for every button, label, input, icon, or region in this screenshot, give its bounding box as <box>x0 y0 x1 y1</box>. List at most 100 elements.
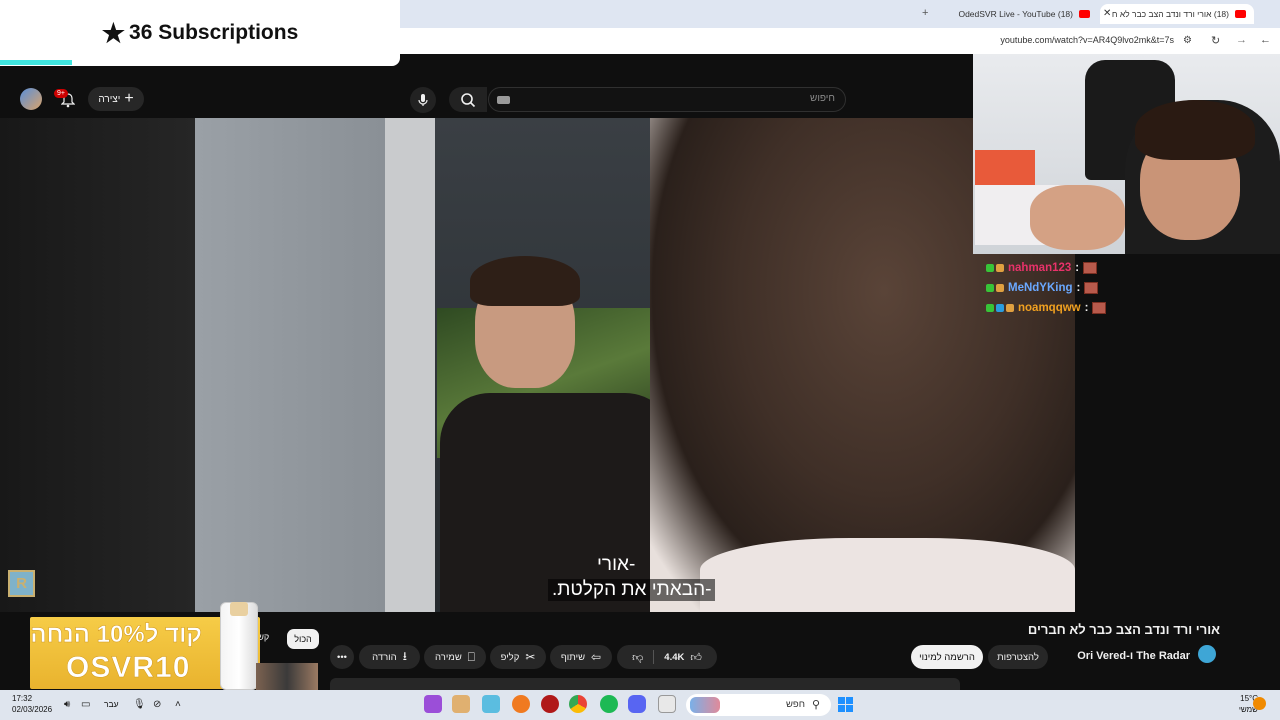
plus-icon: + <box>124 90 134 107</box>
discord-icon[interactable] <box>628 695 646 713</box>
clock-time: 17:32 <box>12 694 33 703</box>
join-label: להצטרפות <box>997 651 1039 663</box>
share-button[interactable]: שיתוף ⇦ <box>550 645 612 669</box>
channel-avatar[interactable] <box>1198 645 1216 663</box>
dislike-icon[interactable]: 👎︎ <box>632 651 643 664</box>
youtube-favicon-icon <box>1235 10 1246 18</box>
app-character-icon[interactable] <box>452 695 470 713</box>
youtube-favicon-icon <box>1079 10 1090 18</box>
save-button[interactable]: שמירה ⎕ <box>424 645 486 669</box>
search-input[interactable]: חיפוש <box>488 87 846 112</box>
url-field[interactable]: youtube.com/watch?v=AR4Q9lvo2mk&t=7s <box>1000 35 1174 45</box>
stream-chat: nahman123 : MeNdYKing : noamqqww : <box>980 258 1180 318</box>
app-orange-icon[interactable] <box>512 695 530 713</box>
chat-username: nahman123 <box>1008 262 1072 274</box>
chat-username: MeNdYKing <box>1008 282 1073 294</box>
promo-code: OSVR10 <box>66 651 191 685</box>
video-frame-wall <box>195 118 385 612</box>
chat-badges-icon <box>986 284 1004 292</box>
chevron-up-icon[interactable]: ˄ <box>175 699 181 710</box>
create-label: יצירה <box>98 93 121 105</box>
language-indicator[interactable]: עבר <box>104 699 119 709</box>
new-tab-button[interactable]: + <box>922 7 928 19</box>
video-player[interactable]: -אורי -הבאתי את הקלטת. R <box>0 118 1075 612</box>
search-button[interactable] <box>449 87 487 112</box>
chat-badges-icon <box>986 304 1014 312</box>
promo-line-1: קוד ל10% הנחה <box>30 621 202 649</box>
tune-icon[interactable]: ⚙ <box>1183 35 1192 46</box>
subtitle-line-1: -אורי <box>597 554 636 575</box>
filter-chip-all[interactable]: הכול <box>287 629 319 649</box>
video-title: אורי ורד ונדב הצב כבר לא חברים <box>1027 622 1220 637</box>
like-divider <box>653 650 655 664</box>
task-view-icon[interactable] <box>658 695 676 713</box>
chat-message: noamqqww : <box>980 298 1180 318</box>
keyboard-icon[interactable] <box>497 96 510 104</box>
tab-active[interactable]: (18) אורי ורד ונדב הצב כבר לא ח <box>1100 4 1254 24</box>
microphone-tray-icon[interactable]: 🎙︎ <box>133 699 146 710</box>
download-button[interactable]: הורדה ⭳ <box>359 645 420 669</box>
related-video-thumbnail[interactable] <box>256 663 318 690</box>
search-highlight-image <box>690 697 720 713</box>
create-button[interactable]: יצירה + <box>88 87 144 111</box>
emote-icon <box>1092 302 1107 314</box>
taskbar-search-label: חפש <box>786 699 805 710</box>
star-icon: ★ <box>101 17 126 48</box>
like-icon[interactable]: 👍︎ <box>690 651 702 664</box>
more-icon: ••• <box>337 651 347 663</box>
like-dislike-group[interactable]: 👎︎ 4.4K 👍︎ <box>617 645 717 669</box>
download-label: הורדה <box>372 651 397 663</box>
forward-icon[interactable]: → <box>1236 34 1247 46</box>
reload-icon[interactable]: ↻ <box>1211 34 1220 47</box>
video-frame-shoulder <box>700 538 1075 612</box>
emote-icon <box>1083 262 1098 274</box>
windows-start-icon[interactable] <box>838 697 853 712</box>
subtitle-line-2: -הבאתי את הקלטת. <box>548 579 716 601</box>
video-frame-left <box>0 118 195 612</box>
perfume-cap-image <box>230 602 248 616</box>
subscriptions-label: 36 Subscriptions <box>129 21 299 44</box>
channel-logo: R <box>8 570 35 597</box>
tab-odedsvr[interactable]: (18) OdedSVR Live - YouTube <box>938 4 1098 24</box>
back-icon[interactable]: ← <box>1260 34 1271 46</box>
notification-count-badge: 9+ <box>54 89 68 98</box>
subscriptions-progress-bar <box>0 60 72 65</box>
channel-name-link[interactable]: The Radar ו-Ori Vered <box>1077 650 1190 662</box>
close-tab-icon[interactable]: ✕ <box>1103 8 1111 19</box>
app-notepad-icon[interactable] <box>482 695 500 713</box>
account-avatar[interactable] <box>20 88 42 110</box>
subscribe-button[interactable]: הרשמה למינוי <box>911 645 983 669</box>
taskbar-clock[interactable]: 17:32 02/03/2026 <box>12 693 52 715</box>
search-placeholder: חיפוש <box>810 93 835 104</box>
subscribe-label: הרשמה למינוי <box>919 651 975 663</box>
scissors-icon: ✂ <box>525 650 536 664</box>
voice-search-button[interactable] <box>410 87 436 113</box>
spotify-icon[interactable] <box>600 695 618 713</box>
app-camera-icon[interactable] <box>424 695 442 713</box>
download-icon: ⭳ <box>402 648 407 663</box>
video-frame-pillar <box>385 118 435 612</box>
app-red-icon[interactable] <box>541 695 559 713</box>
more-actions-button[interactable]: ••• <box>330 645 354 669</box>
join-button[interactable]: להצטרפות <box>988 645 1048 669</box>
network-icon[interactable]: ⊘ <box>153 699 161 710</box>
clock-date: 02/03/2026 <box>12 705 53 714</box>
volume-icon[interactable]: 🔊︎ <box>64 699 70 710</box>
share-icon: ⇦ <box>591 650 602 664</box>
chat-separator: : <box>1076 282 1081 294</box>
tab-title: (18) OdedSVR Live - YouTube <box>958 9 1073 19</box>
clip-label: קליפ <box>500 651 520 663</box>
clip-button[interactable]: קליפ ✂ <box>490 645 546 669</box>
video-frame-man-hair <box>470 256 580 306</box>
chat-separator: : <box>1084 302 1089 314</box>
webcam-hair <box>1135 100 1255 160</box>
emote-icon <box>1084 282 1099 294</box>
webcam-shelf <box>975 150 1035 190</box>
chat-separator: : <box>1075 262 1080 274</box>
chrome-icon[interactable] <box>569 695 587 713</box>
like-count: 4.4K <box>664 651 685 663</box>
chat-username: noamqqww <box>1018 302 1081 314</box>
search-icon <box>461 92 476 107</box>
chat-message: nahman123 : <box>980 258 1180 278</box>
display-icon[interactable]: ▭ <box>81 699 90 710</box>
